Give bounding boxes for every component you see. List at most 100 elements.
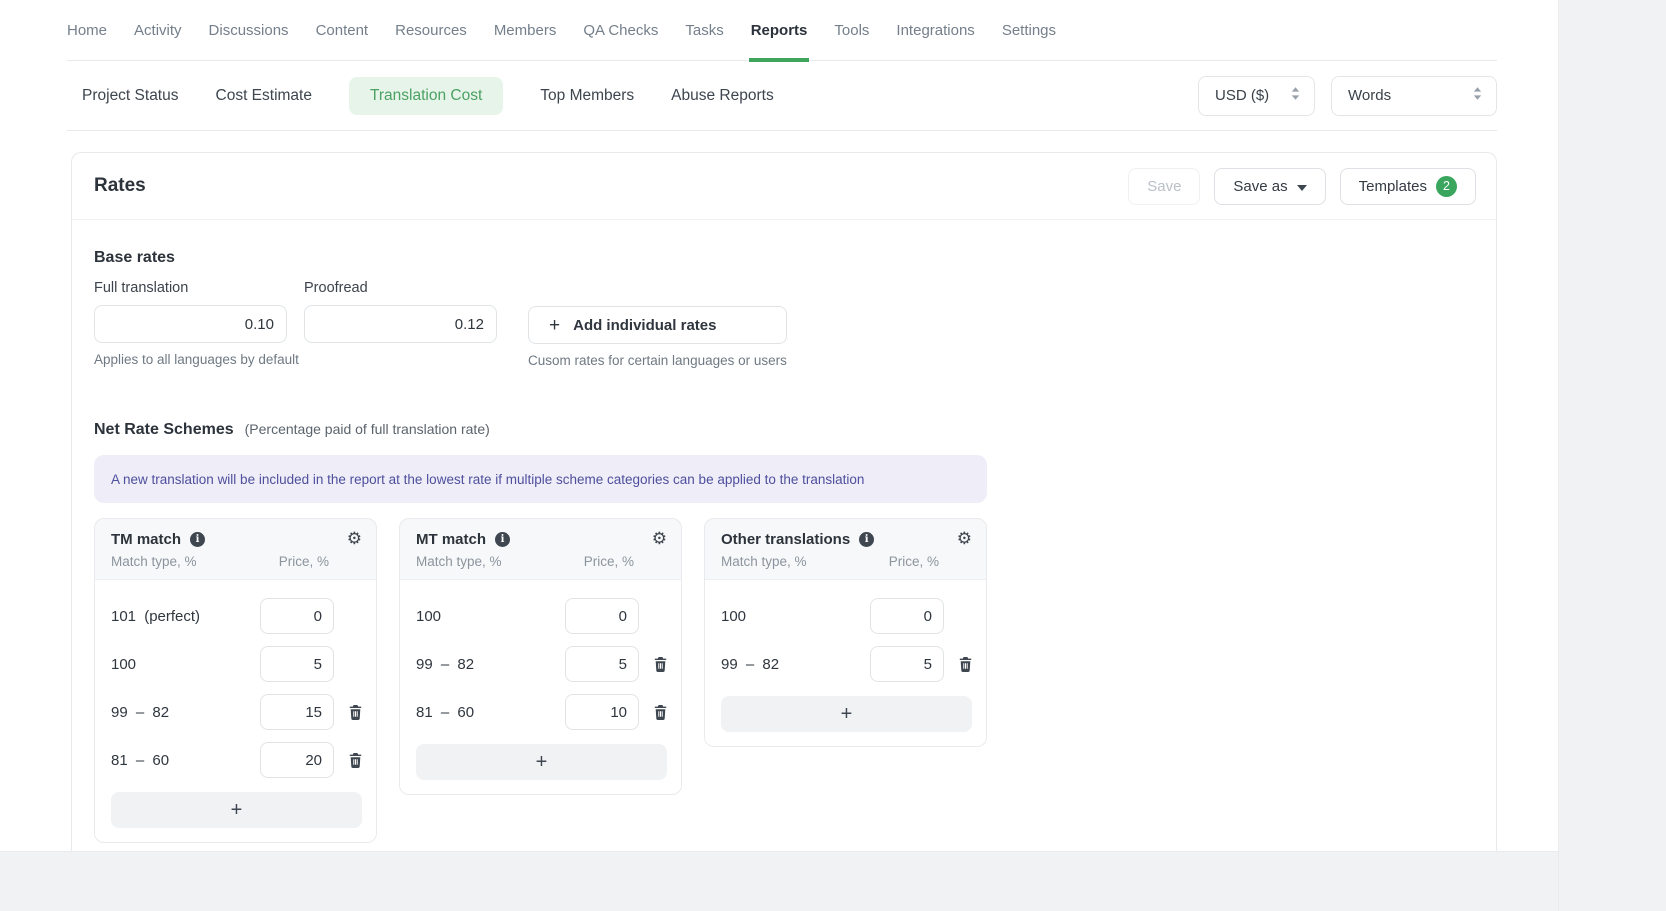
column-header-match-type: Match type, %	[416, 554, 502, 569]
full-translation-label: Full translation	[94, 280, 287, 296]
save-button[interactable]: Save	[1128, 168, 1200, 205]
nav-item-settings[interactable]: Settings	[1002, 0, 1056, 60]
templates-label: Templates	[1359, 178, 1427, 195]
rate-row: 101 (perfect)	[111, 592, 362, 640]
tab-translation-cost[interactable]: Translation Cost	[349, 77, 503, 115]
trash-icon	[654, 657, 667, 672]
unit-select[interactable]: Words	[1331, 76, 1497, 116]
price-input[interactable]	[260, 646, 334, 682]
right-gutter	[1558, 0, 1666, 911]
add-individual-rates-label: Add individual rates	[573, 317, 716, 334]
trash-icon	[654, 705, 667, 720]
full-translation-input[interactable]	[94, 305, 287, 343]
delete-row-button[interactable]	[654, 657, 667, 672]
scheme-card-mt-match: MT match Match type, % Price, % 100 99 –…	[399, 518, 682, 795]
base-rates-heading: Base rates	[94, 249, 1474, 267]
full-translation-hint: Applies to all languages by default	[94, 352, 287, 367]
price-input[interactable]	[565, 598, 639, 634]
match-type-label: 100	[721, 608, 870, 625]
scheme-title: MT match	[416, 531, 486, 548]
add-rate-row-button[interactable]	[416, 744, 667, 780]
add-rate-row-button[interactable]	[721, 696, 972, 732]
price-input[interactable]	[260, 598, 334, 634]
page-title: Rates	[94, 175, 146, 197]
chevron-updown-icon	[1290, 86, 1301, 105]
delete-row-button[interactable]	[959, 657, 972, 672]
scheme-card-tm-match: TM match Match type, % Price, % 101 (per…	[94, 518, 377, 843]
gear-icon[interactable]	[957, 531, 972, 548]
proofread-label: Proofread	[304, 280, 497, 296]
lowest-rate-info-banner: A new translation will be included in th…	[94, 455, 987, 503]
nav-item-members[interactable]: Members	[494, 0, 557, 60]
rates-panel-body: Base rates Full translation Applies to a…	[72, 249, 1496, 843]
match-type-label: 81 – 60	[416, 704, 565, 721]
nav-item-qa-checks[interactable]: QA Checks	[583, 0, 658, 60]
unit-select-value: Words	[1348, 87, 1391, 104]
price-input[interactable]	[260, 694, 334, 730]
tab-top-members[interactable]: Top Members	[540, 87, 634, 105]
bottom-gutter	[0, 851, 1558, 911]
price-input[interactable]	[565, 694, 639, 730]
info-icon[interactable]	[495, 532, 510, 547]
save-as-label: Save as	[1233, 178, 1287, 195]
nav-item-activity[interactable]: Activity	[134, 0, 182, 60]
plus-icon	[841, 704, 853, 724]
tab-project-status[interactable]: Project Status	[82, 87, 179, 105]
gear-icon[interactable]	[347, 531, 362, 548]
tab-abuse-reports[interactable]: Abuse Reports	[671, 87, 774, 105]
delete-row-button[interactable]	[349, 705, 362, 720]
scheme-card-header: Other translations Match type, % Price, …	[705, 519, 986, 579]
info-icon[interactable]	[859, 532, 874, 547]
nav-item-discussions[interactable]: Discussions	[209, 0, 289, 60]
rates-panel: Rates Save Save as Templates 2	[71, 152, 1497, 851]
individual-rates-column: Add individual rates Cusom rates for cer…	[528, 280, 787, 368]
templates-button[interactable]: Templates 2	[1340, 168, 1476, 205]
add-individual-rates-button[interactable]: Add individual rates	[528, 306, 787, 344]
scheme-card-header: MT match Match type, % Price, %	[400, 519, 681, 579]
nav-item-resources[interactable]: Resources	[395, 0, 467, 60]
gear-icon[interactable]	[652, 531, 667, 548]
report-options: USD ($) Words	[1198, 76, 1497, 116]
tab-cost-estimate[interactable]: Cost Estimate	[216, 87, 312, 105]
delete-row-button[interactable]	[654, 705, 667, 720]
match-type-label: 81 – 60	[111, 752, 260, 769]
nav-item-tasks[interactable]: Tasks	[685, 0, 723, 60]
price-input[interactable]	[870, 598, 944, 634]
scheme-card-body: 101 (perfect) 100 99 – 82 81 – 60	[95, 579, 376, 842]
full-translation-field: Full translation Applies to all language…	[94, 280, 287, 368]
scheme-cards-row: TM match Match type, % Price, % 101 (per…	[94, 518, 1474, 843]
column-header-price: Price, %	[584, 554, 634, 569]
rate-row: 100	[721, 592, 972, 640]
price-input[interactable]	[870, 646, 944, 682]
price-input[interactable]	[565, 646, 639, 682]
rates-actions: Save Save as Templates 2	[1128, 168, 1476, 205]
info-icon[interactable]	[190, 532, 205, 547]
rate-row: 100	[416, 592, 667, 640]
trash-icon	[349, 705, 362, 720]
nav-item-reports[interactable]: Reports	[751, 0, 808, 60]
nav-item-home[interactable]: Home	[67, 0, 107, 60]
rate-row: 81 – 60	[111, 736, 362, 784]
plus-icon	[549, 316, 560, 335]
proofread-input[interactable]	[304, 305, 497, 343]
currency-select[interactable]: USD ($)	[1198, 76, 1315, 116]
price-input[interactable]	[260, 742, 334, 778]
reports-sub-nav: Project Status Cost Estimate Translation C…	[67, 61, 1497, 131]
nav-item-tools[interactable]: Tools	[834, 0, 869, 60]
plus-icon	[536, 752, 548, 772]
nav-item-content[interactable]: Content	[316, 0, 369, 60]
add-rate-row-button[interactable]	[111, 792, 362, 828]
delete-row-button[interactable]	[349, 753, 362, 768]
scheme-card-body: 100 99 – 82 81 – 60	[400, 579, 681, 794]
trash-icon	[349, 753, 362, 768]
scheme-card-header: TM match Match type, % Price, %	[95, 519, 376, 579]
save-as-button[interactable]: Save as	[1214, 168, 1325, 205]
column-header-price: Price, %	[279, 554, 329, 569]
column-header-price: Price, %	[889, 554, 939, 569]
page: Home Activity Discussions Content Resources M…	[0, 0, 1666, 911]
nav-item-integrations[interactable]: Integrations	[896, 0, 974, 60]
report-tabs: Project Status Cost Estimate Translation C…	[82, 77, 774, 115]
scheme-title: TM match	[111, 531, 181, 548]
column-header-match-type: Match type, %	[111, 554, 197, 569]
rate-row: 100	[111, 640, 362, 688]
